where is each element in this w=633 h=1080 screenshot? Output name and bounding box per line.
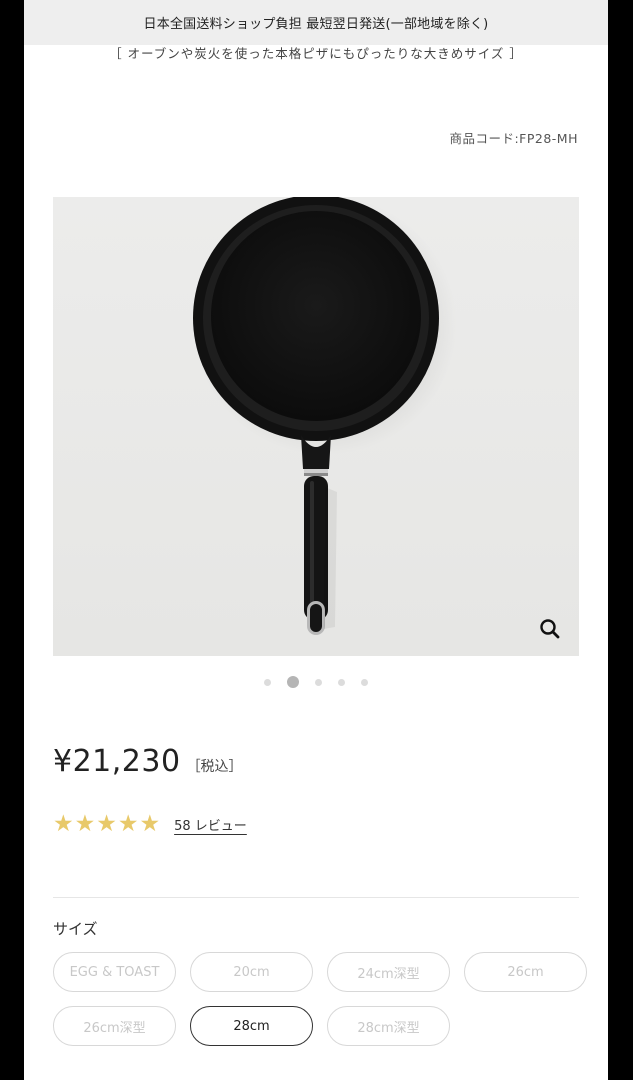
size-option[interactable]: 24cm深型 bbox=[327, 952, 450, 992]
size-option[interactable]: 28cm深型 bbox=[327, 1006, 450, 1046]
product-page: 日本全国送料ショップ負担 最短翌日発送(一部地域を除く) ［ オーブンや炭火を使… bbox=[24, 0, 608, 1080]
size-option[interactable]: 28cm bbox=[190, 1006, 313, 1046]
gallery-dot[interactable] bbox=[361, 678, 368, 686]
gallery-dot[interactable] bbox=[287, 676, 299, 688]
rating-row: ★ ★ ★ ★ ★ 58 レビュー bbox=[53, 813, 247, 836]
star-icon: ★ bbox=[96, 811, 117, 837]
star-rating: ★ ★ ★ ★ ★ bbox=[53, 813, 160, 836]
gallery-pagination bbox=[24, 676, 608, 688]
gallery-dot[interactable] bbox=[264, 678, 271, 686]
product-subtitle: ［ オーブンや炭火を使った本格ピザにもぴったりな大きめサイズ ］ bbox=[109, 46, 523, 61]
price: ¥21,230 bbox=[53, 744, 181, 779]
gallery-dot[interactable] bbox=[315, 678, 322, 686]
frying-pan-image bbox=[193, 197, 457, 635]
star-icon: ★ bbox=[139, 811, 161, 837]
size-option[interactable]: 20cm bbox=[190, 952, 313, 992]
gallery-dot[interactable] bbox=[338, 678, 345, 686]
size-option[interactable]: 26cm深型 bbox=[53, 1006, 176, 1046]
size-options: EGG & TOAST 20cm 24cm深型 26cm 26cm深型 28cm 28cm深… bbox=[53, 952, 593, 1046]
search-icon bbox=[540, 619, 560, 639]
size-option[interactable]: 26cm bbox=[464, 952, 587, 992]
tax-note: ［税込］ bbox=[186, 759, 243, 775]
star-icon: ★ bbox=[117, 811, 139, 837]
star-icon: ★ bbox=[53, 811, 74, 837]
product-image-gallery[interactable] bbox=[53, 197, 579, 656]
price-row: ¥21,230 ［税込］ bbox=[53, 744, 243, 779]
zoom-button[interactable] bbox=[537, 616, 563, 642]
star-icon: ★ bbox=[74, 811, 96, 837]
size-option[interactable]: EGG & TOAST bbox=[53, 952, 176, 992]
shipping-banner-text: 日本全国送料ショップ負担 最短翌日発送(一部地域を除く) bbox=[143, 17, 489, 32]
size-label: サイズ bbox=[53, 920, 98, 938]
reviews-link[interactable]: 58 レビュー bbox=[174, 815, 247, 834]
product-code: 商品コード:FP28-MH bbox=[449, 131, 578, 146]
divider bbox=[53, 897, 579, 898]
shipping-banner: 日本全国送料ショップ負担 最短翌日発送(一部地域を除く) bbox=[24, 0, 608, 45]
